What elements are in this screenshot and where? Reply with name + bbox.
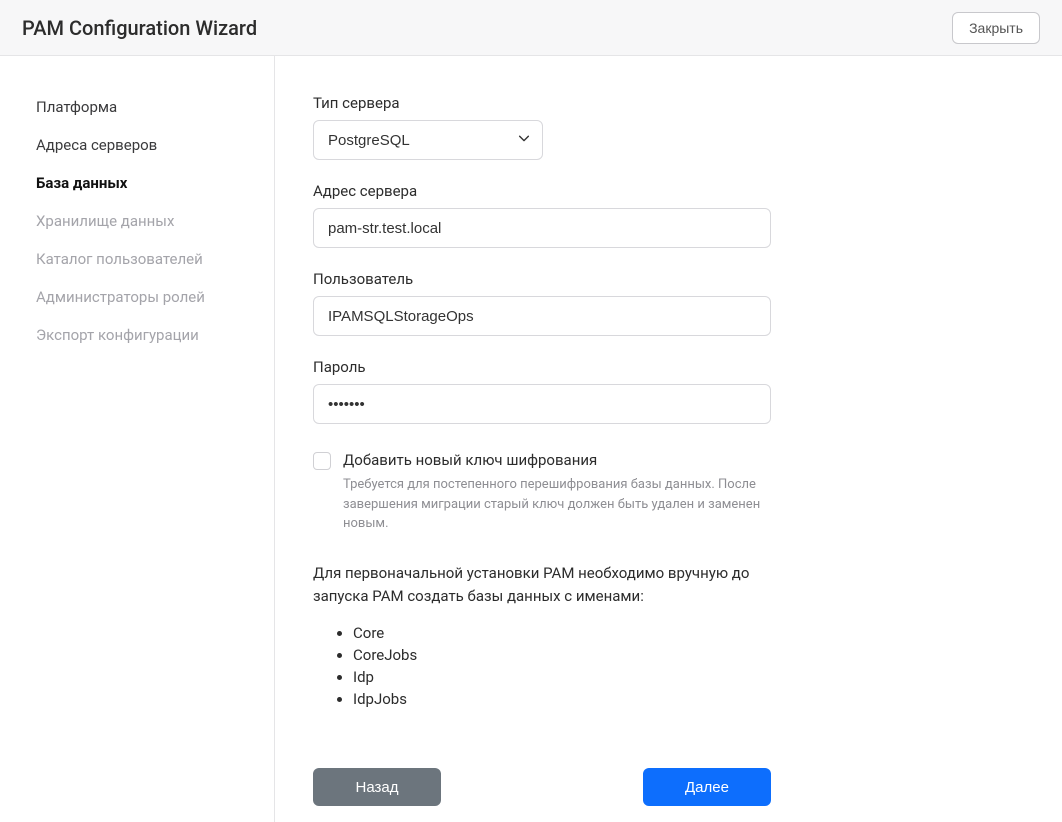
close-button[interactable]: Закрыть [952,12,1040,44]
body: Платформа Адреса серверов База данных Хр… [0,56,1062,822]
server-address-label: Адрес сервера [313,182,1024,200]
user-input[interactable] [313,296,771,336]
server-type-value[interactable] [313,120,543,160]
encrypt-key-checkbox[interactable] [313,452,331,470]
back-button[interactable]: Назад [313,768,441,806]
sidebar-item-role-admins: Администраторы ролей [36,278,274,316]
db-list-item: IdpJobs [353,688,1024,710]
field-user: Пользователь [313,270,1024,336]
field-encrypt-key: Добавить новый ключ шифрования Требуется… [313,450,1024,534]
header: PAM Configuration Wizard Закрыть [0,0,1062,56]
field-password: Пароль [313,358,1024,424]
encrypt-key-label[interactable]: Добавить новый ключ шифрования [343,450,773,471]
sidebar-item-server-addresses[interactable]: Адреса серверов [36,126,274,164]
field-server-type: Тип сервера [313,94,1024,160]
password-label: Пароль [313,358,1024,376]
password-input[interactable] [313,384,771,424]
sidebar: Платформа Адреса серверов База данных Хр… [0,56,275,822]
encrypt-key-hint: Требуется для постепенного перешифровани… [343,475,773,534]
db-list: Core CoreJobs Idp IdpJobs [353,622,1024,710]
server-type-label: Тип сервера [313,94,1024,112]
db-list-item: Idp [353,666,1024,688]
db-list-item: CoreJobs [353,644,1024,666]
sidebar-item-database[interactable]: База данных [36,164,274,202]
field-server-address: Адрес сервера [313,182,1024,248]
db-list-item: Core [353,622,1024,644]
main-panel: Тип сервера Адрес сервера Пользователь П… [275,56,1062,822]
next-button[interactable]: Далее [643,768,771,806]
user-label: Пользователь [313,270,1024,288]
sidebar-item-data-storage: Хранилище данных [36,202,274,240]
sidebar-item-config-export: Экспорт конфигурации [36,316,274,354]
sidebar-item-user-catalog: Каталог пользователей [36,240,274,278]
server-address-input[interactable] [313,208,771,248]
server-type-select[interactable] [313,120,543,160]
page-title: PAM Configuration Wizard [22,16,257,40]
encrypt-key-text: Добавить новый ключ шифрования Требуется… [343,450,773,534]
db-info-text: Для первоначальной установки PAM необход… [313,562,783,609]
sidebar-item-platform[interactable]: Платформа [36,88,274,126]
wizard-buttons: Назад Далее [313,768,771,806]
